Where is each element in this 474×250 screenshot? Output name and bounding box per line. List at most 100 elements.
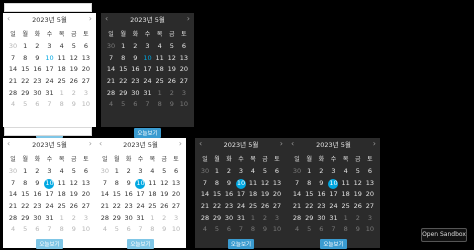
day-cell[interactable]: 30 — [7, 41, 19, 53]
day-cell[interactable]: 15 — [19, 189, 31, 201]
day-cell[interactable]: 9 — [31, 53, 43, 65]
day-cell[interactable]: 12 — [68, 178, 80, 190]
day-cell[interactable]: 27 — [271, 201, 283, 213]
day-cell[interactable]: 21 — [291, 201, 303, 213]
day-cell[interactable]: 26 — [68, 76, 80, 88]
day-cell[interactable]: 7 — [135, 224, 147, 236]
day-cell[interactable]: 31 — [235, 213, 247, 225]
day-cell[interactable]: 17 — [43, 64, 55, 76]
day-cell[interactable]: 20 — [80, 64, 92, 76]
day-cell[interactable]: 31 — [135, 213, 147, 225]
day-cell[interactable]: 7 — [141, 99, 153, 111]
day-cell[interactable]: 5 — [158, 166, 170, 178]
day-cell[interactable]: 3 — [80, 88, 92, 100]
day-cell[interactable]: 5 — [259, 166, 271, 178]
day-cell[interactable]: 12 — [352, 178, 364, 190]
day-cell[interactable]: 9 — [123, 178, 135, 190]
day-cell[interactable]: 8 — [247, 224, 259, 236]
day-cell[interactable]: 1 — [340, 213, 352, 225]
day-cell[interactable]: 13 — [80, 178, 92, 190]
day-cell[interactable]: 25 — [56, 76, 68, 88]
day-cell[interactable]: 3 — [178, 88, 190, 100]
day-cell[interactable]: 14 — [99, 189, 111, 201]
day-cell[interactable]: 3 — [170, 213, 182, 225]
day-cell[interactable]: 10 — [235, 178, 247, 190]
day-cell[interactable]: 2 — [259, 213, 271, 225]
day-cell[interactable]: 11 — [247, 178, 259, 190]
next-month-icon[interactable]: › — [187, 15, 190, 23]
day-cell[interactable]: 3 — [43, 166, 55, 178]
day-cell[interactable]: 23 — [129, 76, 141, 88]
day-cell[interactable]: 11 — [340, 178, 352, 190]
day-cell[interactable]: 21 — [7, 201, 19, 213]
prev-month-icon[interactable]: ‹ — [7, 15, 10, 23]
day-cell[interactable]: 2 — [166, 88, 178, 100]
day-cell[interactable]: 30 — [223, 213, 235, 225]
day-cell[interactable]: 5 — [19, 99, 31, 111]
day-cell[interactable]: 2 — [223, 166, 235, 178]
day-cell[interactable]: 28 — [7, 88, 19, 100]
day-cell[interactable]: 29 — [111, 213, 123, 225]
day-cell[interactable]: 24 — [235, 201, 247, 213]
day-cell[interactable]: 10 — [327, 178, 339, 190]
day-cell[interactable]: 5 — [68, 166, 80, 178]
day-cell[interactable]: 27 — [364, 201, 376, 213]
day-cell[interactable]: 26 — [259, 201, 271, 213]
day-cell[interactable]: 15 — [211, 189, 223, 201]
day-cell[interactable]: 28 — [99, 213, 111, 225]
day-cell[interactable]: 8 — [19, 178, 31, 190]
day-cell[interactable]: 26 — [352, 201, 364, 213]
day-cell[interactable]: 1 — [19, 166, 31, 178]
day-cell[interactable]: 11 — [56, 178, 68, 190]
day-cell[interactable]: 5 — [68, 41, 80, 53]
day-cell[interactable]: 2 — [68, 213, 80, 225]
day-cell[interactable]: 19 — [259, 189, 271, 201]
day-cell[interactable]: 9 — [31, 178, 43, 190]
day-cell[interactable]: 12 — [68, 53, 80, 65]
day-cell[interactable]: 23 — [223, 201, 235, 213]
day-cell[interactable]: 9 — [352, 224, 364, 236]
day-cell[interactable]: 25 — [56, 201, 68, 213]
day-cell[interactable]: 30 — [105, 41, 117, 53]
day-cell[interactable]: 20 — [364, 189, 376, 201]
day-cell[interactable]: 4 — [7, 224, 19, 236]
day-cell[interactable]: 1 — [56, 213, 68, 225]
day-cell[interactable]: 20 — [80, 189, 92, 201]
day-cell[interactable]: 30 — [129, 88, 141, 100]
day-cell[interactable]: 3 — [135, 166, 147, 178]
day-cell[interactable]: 19 — [352, 189, 364, 201]
day-cell[interactable]: 9 — [129, 53, 141, 65]
day-cell[interactable]: 25 — [340, 201, 352, 213]
day-cell[interactable]: 25 — [247, 201, 259, 213]
day-cell[interactable]: 4 — [146, 166, 158, 178]
day-cell[interactable]: 27 — [80, 201, 92, 213]
day-cell[interactable]: 22 — [211, 201, 223, 213]
day-cell[interactable]: 30 — [315, 213, 327, 225]
day-cell[interactable]: 11 — [146, 178, 158, 190]
day-cell[interactable]: 20 — [170, 189, 182, 201]
day-cell[interactable]: 9 — [166, 99, 178, 111]
day-cell[interactable]: 10 — [178, 99, 190, 111]
day-cell[interactable]: 12 — [259, 178, 271, 190]
day-cell[interactable]: 12 — [166, 53, 178, 65]
day-cell[interactable]: 2 — [123, 166, 135, 178]
day-cell[interactable]: 15 — [117, 64, 129, 76]
day-cell[interactable]: 18 — [56, 64, 68, 76]
day-cell[interactable]: 7 — [235, 224, 247, 236]
day-cell[interactable]: 16 — [31, 64, 43, 76]
day-cell[interactable]: 18 — [146, 189, 158, 201]
day-cell[interactable]: 8 — [117, 53, 129, 65]
day-cell[interactable]: 29 — [303, 213, 315, 225]
day-cell[interactable]: 26 — [68, 201, 80, 213]
day-cell[interactable]: 4 — [247, 166, 259, 178]
day-cell[interactable]: 10 — [43, 53, 55, 65]
day-cell[interactable]: 8 — [111, 178, 123, 190]
day-cell[interactable]: 6 — [31, 99, 43, 111]
day-cell[interactable]: 10 — [170, 224, 182, 236]
day-cell[interactable]: 8 — [340, 224, 352, 236]
day-cell[interactable]: 1 — [111, 166, 123, 178]
day-cell[interactable]: 6 — [364, 166, 376, 178]
day-cell[interactable]: 30 — [199, 166, 211, 178]
day-cell[interactable]: 23 — [315, 201, 327, 213]
day-cell[interactable]: 21 — [99, 201, 111, 213]
